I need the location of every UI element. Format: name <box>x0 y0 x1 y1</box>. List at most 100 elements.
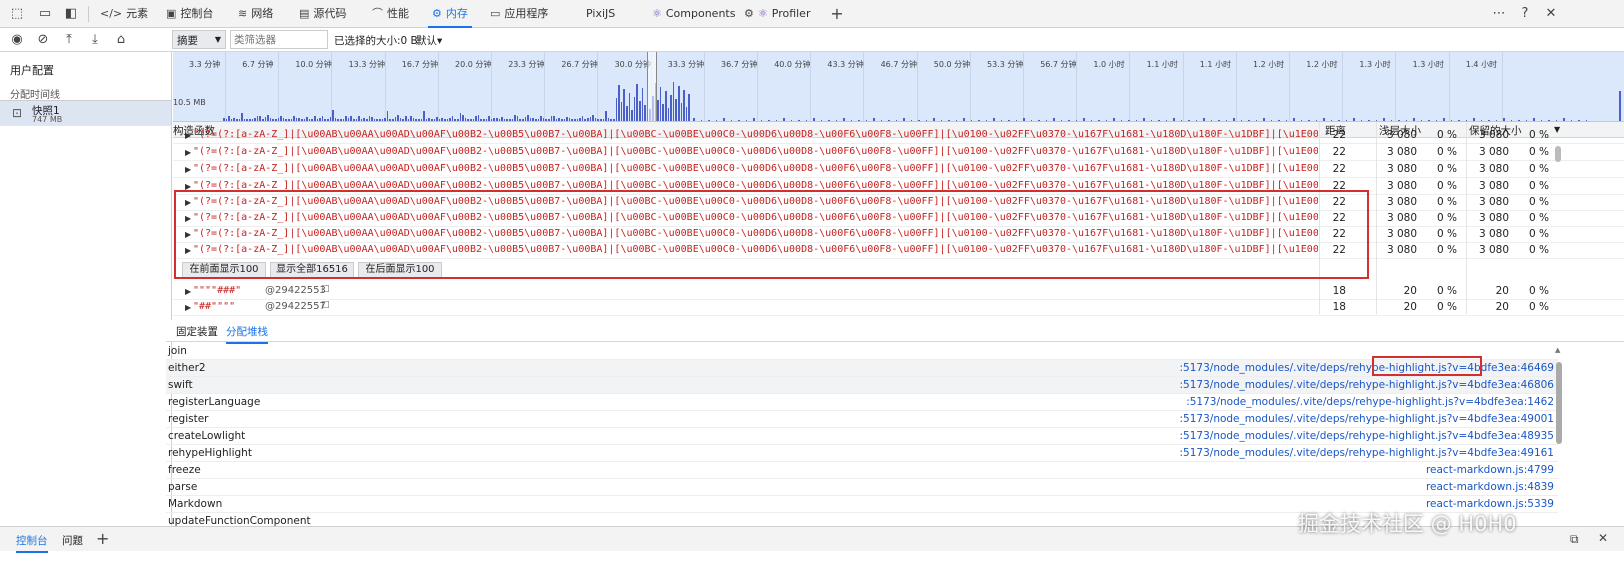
default-dropdown[interactable]: 默认▾ <box>416 33 442 48</box>
tab-label: 源代码 <box>313 7 347 20</box>
source-link[interactable]: :5173/node_modules/.vite/deps/rehype-hig… <box>1180 379 1554 391</box>
timeline-bar <box>880 119 882 121</box>
timeline-bar <box>1008 119 1010 121</box>
timeline-bar <box>675 99 677 121</box>
expand-arrow-icon[interactable]: ▶ <box>185 287 191 296</box>
timeline-bar <box>431 119 433 121</box>
source-link[interactable]: react-markdown.js:4799 <box>1426 464 1554 476</box>
tab-components[interactable]: ⚛ Components <box>652 0 735 28</box>
tab-profiler[interactable]: ⚙ ⚛ Profiler <box>744 0 810 28</box>
tab-memory[interactable]: ⚙ 内存 <box>428 0 472 28</box>
timeline-bar <box>1405 119 1407 121</box>
close-icon[interactable]: ✕ <box>1542 5 1560 23</box>
source-link[interactable]: :5173/node_modules/.vite/deps/rehype-hig… <box>1180 430 1554 442</box>
stack-frame[interactable]: registerLanguage:5173/node_modules/.vite… <box>166 394 1558 411</box>
timeline-bar <box>394 117 397 121</box>
scroll-up-icon[interactable]: ▲ <box>1555 346 1560 354</box>
device-toolbar-icon[interactable]: ▭ <box>36 5 54 23</box>
timeline-bar <box>584 118 586 121</box>
table-row[interactable]: ▶ """"###" @29422553 □ 18 20 0 % 20 0 % <box>173 284 1624 300</box>
add-drawer-tab-icon[interactable]: + <box>96 529 109 548</box>
stack-frame[interactable]: parse react-markdown.js:4839 <box>166 479 1558 496</box>
timeline-bar <box>511 119 514 121</box>
more-options-icon[interactable]: ⋯ <box>1490 5 1508 23</box>
tab-allocation-stack[interactable]: 分配堆栈 <box>226 324 268 344</box>
timeline-bar <box>532 117 534 121</box>
upload-icon[interactable]: ⤒ <box>60 31 78 49</box>
timeline-bar <box>783 118 785 121</box>
tab-elements[interactable]: </> 元素 <box>100 0 148 28</box>
stack-frame[interactable]: createLowlight:5173/node_modules/.vite/d… <box>166 428 1558 445</box>
timeline-bar <box>1233 118 1235 121</box>
selection-window[interactable] <box>647 52 657 121</box>
stack-frame[interactable]: swift:5173/node_modules/.vite/deps/rehyp… <box>166 377 1558 394</box>
stack-frame[interactable]: join <box>166 343 1558 360</box>
table-row[interactable]: ▶ "(?=(?:[a-zA-Z_]|[\u00AB\u00AA\u00AD\u0… <box>173 162 1624 178</box>
stack-frame[interactable]: either2:5173/node_modules/.vite/deps/reh… <box>166 360 1558 377</box>
tab-network[interactable]: ≋ 网络 <box>238 0 273 28</box>
tab-retainers[interactable]: 固定装置 <box>176 324 218 339</box>
expand-arrow-icon[interactable]: ▶ <box>185 131 191 140</box>
source-link[interactable]: :5173/node_modules/.vite/deps/rehype-hig… <box>1180 413 1554 425</box>
timeline-bar <box>1128 119 1130 121</box>
timeline-bar <box>738 119 740 121</box>
expand-arrow-icon[interactable]: ▶ <box>185 303 191 312</box>
shallow-percent-cell: 0 % <box>1437 212 1457 224</box>
timeline-bar <box>933 118 935 121</box>
timeline-bar <box>301 119 303 121</box>
expand-arrow-icon[interactable]: ▶ <box>185 148 191 157</box>
timeline-bar <box>306 117 308 121</box>
allocation-timeline-overview[interactable]: 3.3 分钟 6.7 分钟 10.0 分钟 13.3 分钟 16.7 分钟 20.0 分钟… <box>173 52 1624 122</box>
shallow-size-cell: 3 080 <box>1386 228 1417 240</box>
timeline-bar <box>418 119 420 121</box>
tab-application[interactable]: ▭ 应用程序 <box>490 0 548 28</box>
download-icon[interactable]: ⤓ <box>86 31 104 49</box>
shallow-size-cell: 3 080 <box>1386 129 1417 141</box>
source-link[interactable]: :5173/node_modules/.vite/deps/rehype-hig… <box>1186 396 1554 408</box>
timeline-bar <box>267 115 269 121</box>
class-filter-input[interactable] <box>230 30 328 49</box>
source-link[interactable]: :5173/node_modules/.vite/deps/rehype-hig… <box>1180 447 1554 459</box>
tab-performance[interactable]: ⌒ 性能 <box>372 0 409 28</box>
timeline-bar <box>550 116 553 121</box>
source-link[interactable]: react-markdown.js:4839 <box>1426 481 1554 493</box>
timeline-tick-label: 6.7 分钟 <box>242 60 274 69</box>
table-row[interactable]: ▶ "(?=(?:[a-zA-Z_]|[\u00AB\u00AA\u00AD\u0… <box>173 145 1624 161</box>
drawer-tab-issues[interactable]: 问题 <box>62 533 83 548</box>
record-icon[interactable]: ◉ <box>8 31 26 49</box>
stack-scrollbar[interactable] <box>1556 362 1562 444</box>
table-scrollbar[interactable] <box>1555 146 1561 162</box>
tab-label: 内存 <box>445 7 468 20</box>
function-name: Markdown <box>168 498 223 510</box>
distance-cell: 22 <box>1332 129 1346 141</box>
stack-frame[interactable]: rehypeHighlight:5173/node_modules/.vite/… <box>166 445 1558 462</box>
react-icon: ⚛ <box>757 7 768 20</box>
clear-icon[interactable]: ⊘ <box>34 31 52 49</box>
stack-frame[interactable]: register:5173/node_modules/.vite/deps/re… <box>166 411 1558 428</box>
help-icon[interactable]: ? <box>1516 5 1534 23</box>
retained-percent-cell: 0 % <box>1529 146 1549 158</box>
shallow-size-cell: 3 080 <box>1386 180 1417 192</box>
source-link[interactable]: :5173/node_modules/.vite/deps/rehype-hig… <box>1180 362 1554 374</box>
view-select[interactable]: 摘要 ▼ <box>172 30 226 49</box>
table-row[interactable]: ▶ "(?=(?:[a-zA-Z_]|[\u00AB\u00AA\u00AD\u0… <box>173 128 1624 144</box>
tab-sources[interactable]: ▤ 源代码 <box>299 0 346 28</box>
timeline-bar <box>670 95 672 121</box>
tab-console[interactable]: ▣ 控制台 <box>166 0 213 28</box>
reveal-icon[interactable]: □ <box>321 284 330 294</box>
garbage-collect-icon[interactable]: ⌂ <box>112 31 130 49</box>
stack-frame[interactable]: freeze react-markdown.js:4799 <box>166 462 1558 479</box>
close-drawer-icon[interactable]: ✕ <box>1598 531 1608 545</box>
drawer-tab-console[interactable]: 控制台 <box>16 533 48 553</box>
snapshot-item[interactable]: ⊡ 快照1 747 MB <box>0 100 171 126</box>
reveal-icon[interactable]: □ <box>321 300 330 310</box>
dock-side-icon[interactable]: ◧ <box>62 5 80 23</box>
timeline-bar <box>1203 118 1205 121</box>
table-row[interactable]: ▶ "##"""" @29422557 □ 18 20 0 % 20 0 % <box>173 300 1624 316</box>
dock-icon[interactable]: ⧉ <box>1570 532 1579 547</box>
timeline-bar <box>843 118 845 121</box>
expand-arrow-icon[interactable]: ▶ <box>185 165 191 174</box>
add-tab-icon[interactable]: + <box>828 5 846 23</box>
tab-pixijs[interactable]: PixiJS <box>586 0 615 28</box>
inspect-element-icon[interactable]: ⬚ <box>8 5 26 23</box>
